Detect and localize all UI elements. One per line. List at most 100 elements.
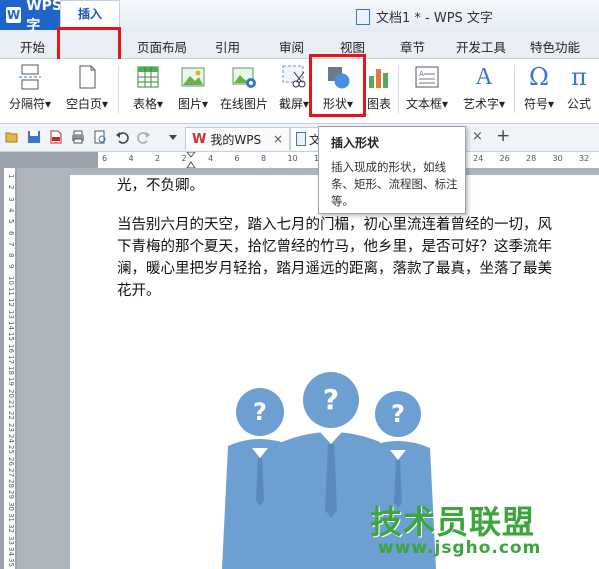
undo-icon[interactable] <box>115 130 129 144</box>
blank-page-icon <box>79 65 96 89</box>
table-button[interactable]: 表格▾ <box>128 59 168 123</box>
ruler-tick-label: 28 <box>526 154 537 163</box>
print-icon[interactable] <box>71 130 85 144</box>
vertical-ruler[interactable]: 1 2 3 4 5 6 7 8 9 10 11 12 13 14 15 16 17 18 19 20 21 22 23 24 2… <box>4 168 15 569</box>
question-mark-icon: ? <box>253 398 267 426</box>
symbol-label: 符号 <box>523 97 548 111</box>
screenshot-button[interactable]: 截屏▾ <box>276 59 312 123</box>
indent-marker-icon[interactable] <box>186 152 196 168</box>
ruler-tick-label: 24 <box>7 433 15 443</box>
question-mark-icon: ? <box>391 400 405 428</box>
online-picture-icon <box>232 67 256 88</box>
table-label: 表格 <box>132 97 157 111</box>
picture-button[interactable]: 图片▾ <box>173 59 213 123</box>
wps-logo-icon: W <box>192 131 207 147</box>
close-icon[interactable]: × <box>273 132 283 146</box>
tab-page-layout[interactable]: 页面布局 <box>137 37 187 56</box>
ruler-margin <box>0 152 98 168</box>
ruler-tick-label: 19 <box>7 377 15 387</box>
wps-logo-icon: W <box>6 7 22 23</box>
chevron-down-icon: ▾ <box>44 97 52 111</box>
pi-icon: π <box>571 63 587 91</box>
tab-review[interactable]: 审阅 <box>279 37 304 56</box>
ribbon-insert-panel: 分隔符▾ 空白页▾ 表格▾ 图片▾ 在线图片 截屏▾ 形状▾ 图表 A 文本框▾… <box>0 59 599 124</box>
redo-icon[interactable] <box>137 130 151 144</box>
blank-page-button[interactable]: 空白页▾ <box>62 59 112 123</box>
screenshot-label: 截屏 <box>278 97 303 111</box>
ruler-tick-label: 4 <box>7 207 15 213</box>
chart-label: 图表 <box>366 97 391 111</box>
ruler-tick-label: 17 <box>7 354 15 364</box>
document-icon <box>356 8 370 25</box>
tab-sections[interactable]: 章节 <box>400 37 425 56</box>
tab-developer[interactable]: 开发工具 <box>456 37 506 56</box>
open-folder-icon[interactable] <box>5 130 19 144</box>
picture-label: 图片 <box>177 97 202 111</box>
save-icon[interactable] <box>27 130 41 144</box>
pdf-export-icon[interactable] <box>49 130 63 144</box>
ruler-tick-label: 12 <box>7 298 15 308</box>
ruler-tick-label: 26 <box>7 456 15 466</box>
ruler-tick-label: 2 <box>7 185 15 190</box>
chevron-down-icon[interactable] <box>166 130 180 144</box>
online-picture-button[interactable]: 在线图片 <box>218 59 270 123</box>
ruler-tick-label: 13 <box>7 309 15 319</box>
tab-references[interactable]: 引用 <box>215 37 240 56</box>
window-title: 文档1 * - WPS 文字 <box>356 7 493 26</box>
tooltip-description: 插入现成的形状，如线条、矩形、流程图、标注等。 <box>331 160 458 208</box>
print-preview-icon[interactable] <box>93 130 107 144</box>
doc-tab-my-wps[interactable]: W 我的WPS × <box>185 127 290 150</box>
close-icon[interactable]: × <box>472 129 483 144</box>
watermark-url: www.jsgho.com <box>378 538 542 558</box>
ruler-tick-label: 23 <box>7 422 15 432</box>
ruler-tick-label: 15 <box>7 332 15 342</box>
formula-button[interactable]: π 公式 <box>562 59 596 123</box>
ruler-tick-label: 30 <box>7 501 15 511</box>
tooltip-title: 插入形状 <box>331 136 380 150</box>
ruler-tick-label: 30 <box>552 154 563 163</box>
divider <box>118 65 119 113</box>
tab-home[interactable]: 开始 <box>20 37 45 56</box>
ruler-tick-label: 26 <box>499 154 510 163</box>
ruler-tick-label: 6 <box>234 154 240 163</box>
ruler-tick-label: 28 <box>7 479 15 489</box>
chevron-down-icon: ▾ <box>201 97 209 111</box>
ruler-tick-label: 10 <box>7 275 15 285</box>
ruler-tick-label: 24 <box>473 154 484 163</box>
chart-icon <box>369 69 388 88</box>
chevron-down-icon: ▾ <box>547 97 555 111</box>
ruler-tick-label: 16 <box>7 343 15 353</box>
ruler-tick-label: 29 <box>7 490 15 500</box>
window-title-text: 文档1 * - WPS 文字 <box>376 11 493 26</box>
ruler-tick-label: 4 <box>208 154 214 163</box>
ruler-tick-label: 35 <box>7 558 15 568</box>
wordart-button[interactable]: A 艺术字▾ <box>459 59 509 123</box>
svg-text:A: A <box>419 70 424 78</box>
highlight-box-shapes <box>309 54 366 117</box>
tab-insert[interactable]: 插入 <box>60 0 120 28</box>
new-tab-icon[interactable]: + <box>496 126 510 146</box>
ruler-tick-label: 22 <box>7 411 15 421</box>
ruler-tick-label: 21 <box>7 400 15 409</box>
ruler-tick-label: 4 <box>128 154 134 163</box>
ruler-tick-label: 27 <box>7 467 15 477</box>
divider <box>514 65 515 113</box>
symbol-button[interactable]: Ω 符号▾ <box>518 59 560 123</box>
document-icon <box>296 132 306 146</box>
chart-button[interactable]: 图表 <box>362 59 396 123</box>
ruler-tick-label: 3 <box>7 196 15 202</box>
textbox-button[interactable]: A 文本框▾ <box>402 59 452 123</box>
page-break-button[interactable]: 分隔符▾ <box>6 59 54 123</box>
ruler-tick-label: 7 <box>7 241 15 247</box>
chevron-down-icon: ▾ <box>156 97 164 111</box>
ruler-tick-label: 25 <box>7 445 15 455</box>
tab-features[interactable]: 特色功能 <box>530 37 580 56</box>
formula-label: 公式 <box>566 97 591 111</box>
paragraph-line: 澜，暖心里把岁月轻拾，踏月遥远的距离，落款了最真，坐落了最美 <box>117 261 552 277</box>
ruler-tick-label: 33 <box>7 535 15 545</box>
paragraph-line: 光，不负卿。 <box>117 178 204 194</box>
paragraph-line: 当告别六月的天空，踏入七月的门楣，初心里流连着曾经的一切，风 <box>117 217 552 233</box>
ruler-tick-label: 11 <box>7 287 15 296</box>
ruler-tick-label: 8 <box>261 154 267 163</box>
scissors-icon <box>282 65 306 88</box>
